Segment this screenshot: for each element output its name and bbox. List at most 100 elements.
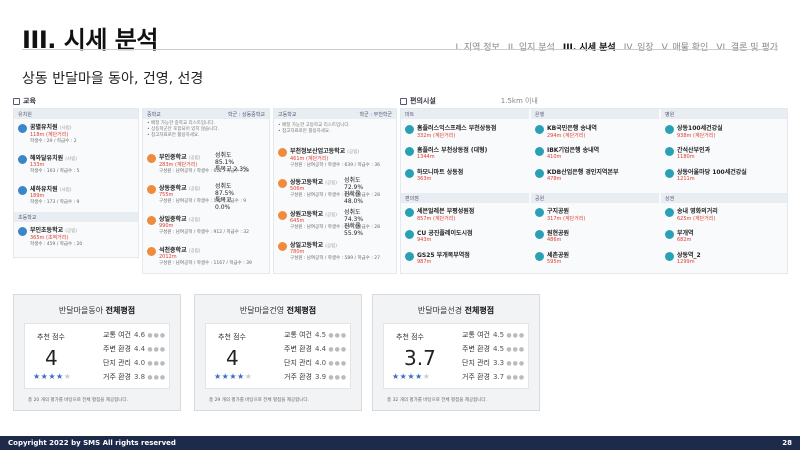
map-pin-icon <box>18 186 27 195</box>
bank-col-head: 은행 <box>531 109 659 119</box>
card-footnote: 총 29 개의 평가를 바탕으로 전체 평점을 제공합니다. <box>209 398 309 403</box>
map-pin-icon <box>147 216 156 225</box>
nav-item-listing[interactable]: V. 매물 확인 <box>662 40 709 53</box>
list-item[interactable]: 간석산부인과 1180m <box>665 145 710 160</box>
store-icon <box>400 97 407 105</box>
list-item[interactable]: 석천중학교 (공립) 2012m 구성원 : 남여공학 / 학생수 : 1167 … <box>147 245 252 266</box>
star-icon: ★ <box>33 372 41 381</box>
bank-icon <box>535 169 544 178</box>
star-icon: ★ <box>392 372 400 381</box>
nav-item-price[interactable]: III. 시세 분석 <box>563 40 616 53</box>
card-title: 반달마을동아 전체평점 <box>58 306 136 315</box>
map-pin-icon <box>147 154 156 163</box>
list-item[interactable]: 부천정보산업고등학교 (공립) 461m (계단거리) 구성원 : 남여공학 / … <box>278 146 380 168</box>
cart-icon <box>405 147 414 156</box>
list-item[interactable]: 상동중학교 (공립) 755m 구성원 : 남여공학 / 학생수 : 182 / … <box>147 183 246 211</box>
list-item[interactable]: CU 공진플레이도시점 943m <box>405 228 473 243</box>
store-icon <box>405 230 414 239</box>
park-icon <box>535 230 544 239</box>
list-item[interactable]: 상동어울마당 100세건강실 1211m <box>665 167 747 182</box>
list-item[interactable]: 상동100세건강실 938m (계단거리) <box>665 123 723 139</box>
nav-item-conclusion[interactable]: VI. 결론 및 평가 <box>716 40 778 53</box>
hospital-icon <box>665 147 674 156</box>
star-icon: ★ <box>244 372 253 381</box>
map-pin-icon <box>278 179 287 188</box>
list-item[interactable]: 홈플러스 부천상동점 (대형) 1344m <box>405 145 487 160</box>
metric-row: 주변 환경 4.4 ●●● <box>103 345 167 353</box>
high-col-head: 고등학교 학군 : 부천학군 <box>274 109 396 119</box>
star-icon: ★ <box>214 372 222 381</box>
elementary-col-head: 초등학교 <box>14 212 138 222</box>
shop-icon <box>665 230 674 239</box>
list-item[interactable]: 부인초등학교 (공립) 365m (초역거리) 학생수 : 459 / 학급수 :… <box>18 225 82 247</box>
metric-row: 주변 환경 4.5 ●●● <box>462 345 526 353</box>
kinder-panel: 유치원 꿈별유치원 (사립) 118m (계단거리) 학생수 : 29 / 학급수… <box>13 108 139 258</box>
list-item[interactable]: 구지공원 317m (계단거리) <box>535 206 585 222</box>
amenities-heading: 편의시설 1.5km 이내 <box>400 96 538 106</box>
list-item[interactable]: GS25 부개복부역점 987m <box>405 250 470 265</box>
park-icon <box>535 208 544 217</box>
section-nav: I. 지역 정보 II. 입지 분석 III. 시세 분석 IV. 임장 V. … <box>455 40 778 53</box>
list-item[interactable]: 세촌공원 595m <box>535 250 569 265</box>
map-pin-icon <box>278 211 287 220</box>
list-item[interactable]: KB국민은행 송내역 294m (계단거리) <box>535 123 597 139</box>
score-value: 3.7 <box>404 346 436 370</box>
metric-row: 거주 환경 3.9 ●●● <box>284 373 348 381</box>
card-title: 반달마을건영 전체평점 <box>239 306 317 315</box>
list-item[interactable]: 상일중학교 (공립) 990m 구성원 : 남여공학 / 학생수 : 912 / … <box>147 214 249 235</box>
mart-col-head: 마트 <box>401 109 529 119</box>
cart-icon <box>405 169 414 178</box>
nav-item-region[interactable]: I. 지역 정보 <box>455 40 499 53</box>
school-icon <box>13 97 20 105</box>
star-icon: ★ <box>63 372 72 381</box>
bank-icon <box>535 147 544 156</box>
list-item[interactable]: 하모니마트 상동점 363m <box>405 167 463 182</box>
page-footer: Copyright 2022 by SMS All rights reserve… <box>0 436 800 450</box>
star-icon: ★ <box>229 372 238 381</box>
store-icon <box>405 252 414 261</box>
star-rating: ★★★★★ <box>214 372 252 381</box>
metric-row: 거주 환경 3.7 ●●● <box>462 373 526 381</box>
card-footnote: 총 32 개의 평가를 바탕으로 전체 평점을 제공합니다. <box>387 398 487 403</box>
list-item[interactable]: 상원고등학교 (공립) 645m 구성원 : 남여공학 / 학생수 : 697 /… <box>278 209 380 237</box>
list-item[interactable]: 상일고등학교 (공립) 780m 구성원 : 남여공학 / 학생수 : 589 /… <box>278 240 380 261</box>
nav-item-site-visit[interactable]: IV. 임장 <box>624 40 654 53</box>
card-footnote: 총 20 개의 평가를 바탕으로 전체 평점을 제공합니다. <box>28 398 128 403</box>
list-item[interactable]: IBK기업은행 송내역 410m <box>535 145 599 160</box>
hospital-icon <box>665 125 674 134</box>
shop-icon <box>665 252 674 261</box>
map-pin-icon <box>278 242 287 251</box>
shop-icon <box>665 208 674 217</box>
list-item[interactable]: 부개역 682m <box>665 228 694 243</box>
metric-row: 교통 여건 4.6 ●●● <box>103 331 167 339</box>
list-item[interactable]: 해와달유치원 (사립) 133m 학생수 : 103 / 학급수 : 5 <box>18 153 79 174</box>
list-item[interactable]: 세븐일레븐 부평성원점 857m (계단거리) <box>405 206 474 222</box>
mall-col-head: 상권 <box>661 193 787 203</box>
middle-col-head: 중학교 학군 : 상동중학교 <box>143 109 269 119</box>
star-icon: ★ <box>56 372 64 381</box>
list-item[interactable]: 원현공원 486m <box>535 228 569 243</box>
list-item[interactable]: KDB산업은행 경인지역본부 478m <box>535 167 619 182</box>
hospital-icon <box>665 169 674 178</box>
star-rating: ★★★★★ <box>33 372 71 381</box>
score-value: 4 <box>226 346 239 370</box>
map-pin-icon <box>18 155 27 164</box>
star-icon: ★ <box>422 372 431 381</box>
list-item[interactable]: 상동역_2 1299m <box>665 250 701 265</box>
list-item[interactable]: 부인중학교 (공립) 283m (계단거리) 구성원 : 남여공학 / 학생수 :… <box>147 152 249 174</box>
nav-item-location[interactable]: II. 입지 분석 <box>508 40 555 53</box>
map-pin-icon <box>147 185 156 194</box>
star-rating: ★★★★★ <box>392 372 430 381</box>
star-icon: ★ <box>415 372 423 381</box>
rating-card-geonyoung: 반달마을건영 전체평점 추천 점수 4 ★★★★★ 교통 여건 4.5 ●●● 주… <box>194 294 362 411</box>
list-item[interactable]: 홈플러스익스프레스 부천상동점 332m (계단거리) <box>405 123 496 139</box>
hospital-col-head: 병원 <box>661 109 787 119</box>
list-item[interactable]: 송내 영화의거리 625m (계단거리) <box>665 206 718 222</box>
list-item[interactable]: 새하유치원 (사립) 189m 학생수 : 173 / 학급수 : 9 <box>18 184 79 205</box>
rating-card-donga: 반달마을동아 전체평점 추천 점수 4 ★★★★★ 교통 여건 4.6 ●●● 주… <box>13 294 181 411</box>
metric-row: 단지 관리 4.0 ●●● <box>103 359 167 367</box>
list-item[interactable]: 상동고등학교 (공립) 506m 구성원 : 남여공학 / 학생수 : 699 /… <box>278 177 380 205</box>
education-heading: 교육 <box>13 96 36 106</box>
title-divider <box>22 49 778 50</box>
list-item[interactable]: 꿈별유치원 (사립) 118m (계단거리) 학생수 : 29 / 학급수 : 2 <box>18 122 77 144</box>
